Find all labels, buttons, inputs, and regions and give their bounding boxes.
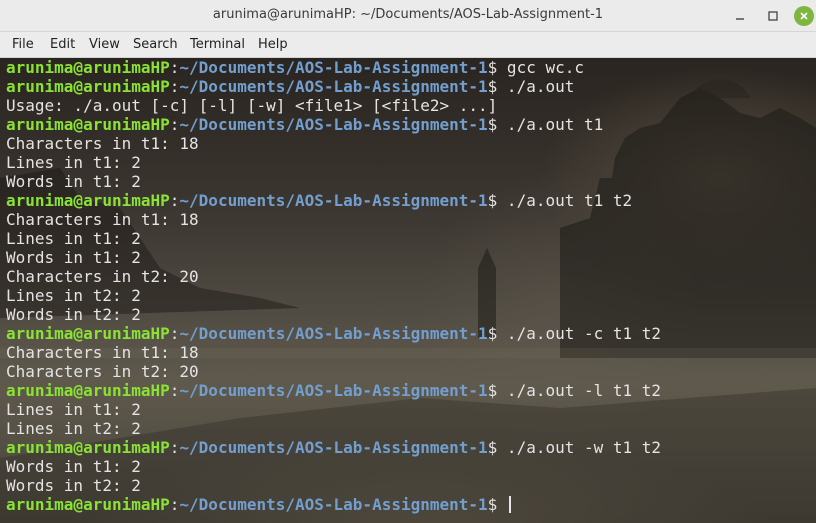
prompt-user: arunima@arunimaHP [6,495,170,514]
output-line: Lines in t1: 2 [6,153,141,172]
minimize-icon [736,18,744,20]
output-line: Lines in t2: 2 [6,286,141,305]
minimize-button[interactable] [730,6,750,26]
output-line: Words in t2: 2 [6,476,141,495]
menu-search[interactable]: Search [133,37,178,52]
prompt-symbol: $ [487,115,498,134]
prompt-symbol: $ [487,191,498,210]
window-title: arunima@arunimaHP: ~/Documents/AOS-Lab-A… [212,7,604,22]
prompt-path: ~/Documents/AOS-Lab-Assignment-1 [179,381,488,400]
menu-terminal[interactable]: Terminal [190,37,245,52]
output-line: Characters in t1: 18 [6,210,199,229]
prompt-line: arunima@arunimaHP:~/Documents/AOS-Lab-As… [6,77,812,96]
command-text: ./a.out t1 [497,115,604,134]
menu-bar: File Edit View Search Terminal Help [0,32,816,58]
maximize-button[interactable] [763,6,783,26]
command-text: ./a.out -w t1 t2 [497,438,662,457]
prompt-line: arunima@arunimaHP:~/Documents/AOS-Lab-As… [6,381,812,400]
prompt-symbol: $ [487,58,498,77]
prompt-user: arunima@arunimaHP [6,381,170,400]
command-text [497,495,507,514]
prompt-symbol: $ [487,495,498,514]
command-text: ./a.out [497,77,575,96]
output-line: Words in t1: 2 [6,457,141,476]
prompt-path: ~/Documents/AOS-Lab-Assignment-1 [179,324,488,343]
prompt-symbol: $ [487,324,498,343]
output-line: Words in t1: 2 [6,172,141,191]
prompt-path: ~/Documents/AOS-Lab-Assignment-1 [179,77,488,96]
prompt-user: arunima@arunimaHP [6,438,170,457]
prompt-line: arunima@arunimaHP:~/Documents/AOS-Lab-As… [6,438,812,457]
output-line: Lines in t1: 2 [6,400,141,419]
output-line: Words in t2: 2 [6,305,141,324]
menu-help[interactable]: Help [258,37,288,52]
prompt-colon: : [169,77,180,96]
prompt-path: ~/Documents/AOS-Lab-Assignment-1 [179,438,488,457]
prompt-colon: : [169,381,180,400]
close-icon [800,12,808,20]
prompt-user: arunima@arunimaHP [6,58,170,77]
output-line: Lines in t2: 2 [6,419,141,438]
prompt-symbol: $ [487,77,498,96]
output-line: Words in t1: 2 [6,248,141,267]
command-text: ./a.out -c t1 t2 [497,324,662,343]
terminal-area[interactable]: arunima@arunimaHP:~/Documents/AOS-Lab-As… [0,58,816,523]
output-line: Characters in t2: 20 [6,267,199,286]
prompt-line: arunima@arunimaHP:~/Documents/AOS-Lab-As… [6,115,812,134]
terminal-output: arunima@arunimaHP:~/Documents/AOS-Lab-As… [6,58,812,514]
command-text: ./a.out -l t1 t2 [497,381,662,400]
prompt-symbol: $ [487,381,498,400]
close-button[interactable] [794,6,814,26]
command-text: ./a.out t1 t2 [497,191,633,210]
terminal-window: arunima@arunimaHP: ~/Documents/AOS-Lab-A… [0,0,816,523]
prompt-colon: : [169,324,180,343]
prompt-colon: : [169,438,180,457]
output-line: Characters in t1: 18 [6,343,199,362]
prompt-line: arunima@arunimaHP:~/Documents/AOS-Lab-As… [6,58,812,77]
output-line: Characters in t1: 18 [6,134,199,153]
output-line: Characters in t2: 20 [6,362,199,381]
prompt-colon: : [169,495,180,514]
prompt-symbol: $ [487,438,498,457]
prompt-path: ~/Documents/AOS-Lab-Assignment-1 [179,191,488,210]
prompt-colon: : [169,58,180,77]
menu-file[interactable]: File [12,37,34,52]
prompt-line: arunima@arunimaHP:~/Documents/AOS-Lab-As… [6,324,812,343]
output-line: Lines in t1: 2 [6,229,141,248]
maximize-icon [768,11,778,21]
prompt-line: arunima@arunimaHP:~/Documents/AOS-Lab-As… [6,191,812,210]
prompt-path: ~/Documents/AOS-Lab-Assignment-1 [179,115,488,134]
prompt-user: arunima@arunimaHP [6,115,170,134]
prompt-path: ~/Documents/AOS-Lab-Assignment-1 [179,58,488,77]
prompt-user: arunima@arunimaHP [6,77,170,96]
prompt-colon: : [169,115,180,134]
output-line: Usage: ./a.out [-c] [-l] [-w] <file1> [<… [6,96,498,115]
menu-view[interactable]: View [89,37,120,52]
command-text: gcc wc.c [497,58,584,77]
title-bar[interactable]: arunima@arunimaHP: ~/Documents/AOS-Lab-A… [0,0,816,32]
text-cursor [508,496,511,513]
prompt-user: arunima@arunimaHP [6,191,170,210]
prompt-user: arunima@arunimaHP [6,324,170,343]
menu-edit[interactable]: Edit [50,37,75,52]
prompt-colon: : [169,191,180,210]
prompt-path: ~/Documents/AOS-Lab-Assignment-1 [179,495,488,514]
prompt-line: arunima@arunimaHP:~/Documents/AOS-Lab-As… [6,495,812,514]
